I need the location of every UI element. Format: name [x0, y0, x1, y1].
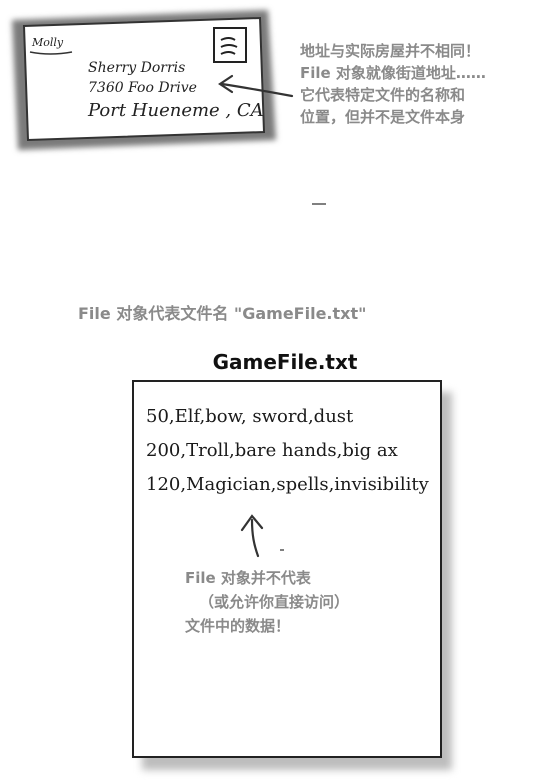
- arrow-to-file-contents-icon: [240, 514, 264, 558]
- arrow-to-envelope-icon: [218, 74, 294, 98]
- arrows-layer: [218, 74, 326, 558]
- stray-mark: [280, 203, 326, 551]
